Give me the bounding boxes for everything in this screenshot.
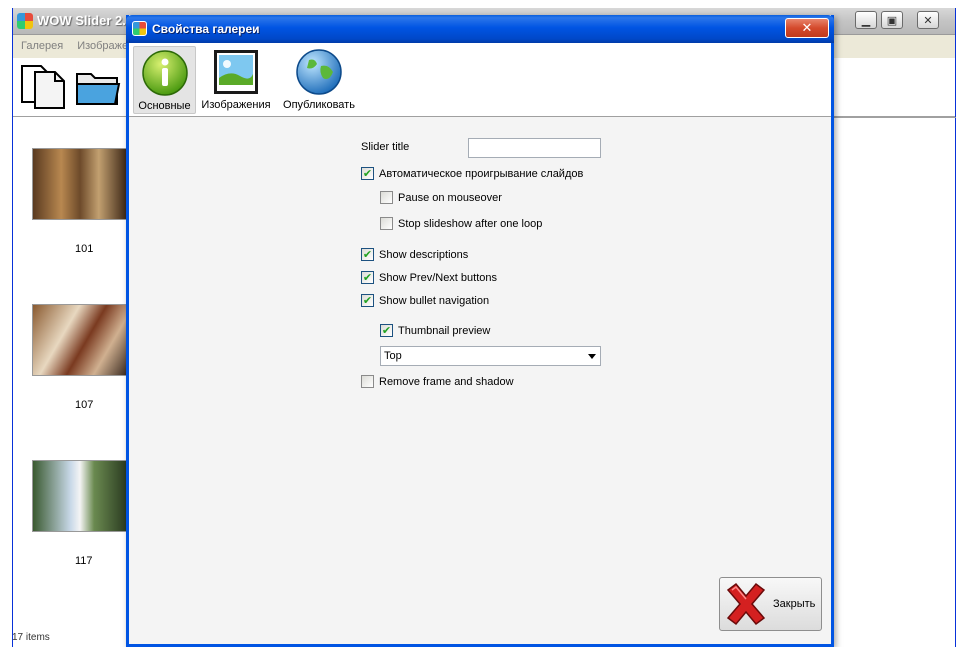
thumbnail-image[interactable]: [32, 460, 128, 532]
thumbnail-label: 117: [75, 555, 93, 567]
dialog-title: Свойства галереи: [152, 22, 260, 36]
slider-title-label: Slider title: [361, 141, 410, 153]
close-dialog-button[interactable]: Закрыть: [719, 577, 822, 631]
remove-frame-row[interactable]: Remove frame and shadow: [361, 375, 514, 388]
image-icon: [214, 50, 258, 94]
prevnext-row[interactable]: ✔ Show Prev/Next buttons: [361, 271, 497, 284]
slider-title-input[interactable]: [468, 138, 601, 158]
pause-checkbox[interactable]: [380, 191, 393, 204]
thumbnail-label: 101: [75, 243, 94, 255]
descriptions-row[interactable]: ✔ Show descriptions: [361, 248, 468, 261]
main-window-title: WOW Slider 2.0: [37, 13, 134, 28]
close-dialog-label: Закрыть: [773, 598, 816, 610]
thumb-preview-label: Thumbnail preview: [398, 324, 491, 337]
descriptions-checkbox[interactable]: ✔: [361, 248, 374, 261]
tab-publish[interactable]: Опубликовать: [279, 46, 359, 114]
dialog-titlebar[interactable]: Свойства галереи ✕: [126, 15, 834, 43]
autoplay-label: Автоматическое проигрывание слайдов: [379, 167, 584, 180]
bullets-row[interactable]: ✔ Show bullet navigation: [361, 294, 489, 307]
info-icon: [141, 50, 188, 96]
slider-title-row: Slider title: [361, 141, 409, 153]
autoplay-checkbox[interactable]: ✔: [361, 167, 374, 180]
thumbnail-image[interactable]: [32, 148, 128, 220]
menu-gallery[interactable]: Галерея: [21, 40, 63, 52]
dropdown-arrow-icon[interactable]: [588, 354, 596, 359]
pause-label: Pause on mouseover: [398, 191, 502, 204]
globe-icon: [296, 49, 342, 95]
divider: [834, 117, 956, 118]
stop-loop-row[interactable]: Stop slideshow after one loop: [380, 217, 542, 230]
red-x-icon: [726, 582, 766, 626]
pause-row[interactable]: Pause on mouseover: [380, 191, 502, 204]
settings-form: Slider title ✔ Автоматическое проигрыван…: [129, 117, 831, 645]
prevnext-checkbox[interactable]: ✔: [361, 271, 374, 284]
app-icon: [132, 21, 147, 36]
prevnext-label: Show Prev/Next buttons: [379, 271, 498, 284]
tab-label: Изображения: [201, 99, 271, 111]
thumbnail-image[interactable]: [32, 304, 128, 376]
menu-images[interactable]: Изображе: [77, 40, 128, 52]
thumbnail-label: 107: [75, 399, 94, 411]
close-main-button[interactable]: ✕: [917, 11, 939, 29]
tab-images[interactable]: Изображения: [201, 46, 271, 114]
stop-loop-label: Stop slideshow after one loop: [398, 217, 543, 230]
descriptions-label: Show descriptions: [379, 248, 469, 261]
remove-frame-checkbox[interactable]: [361, 375, 374, 388]
thumb-preview-checkbox[interactable]: ✔: [380, 324, 393, 337]
open-folder-icon[interactable]: [75, 68, 121, 108]
tab-label: Опубликовать: [283, 99, 355, 111]
maximize-button[interactable]: ▣: [881, 11, 903, 29]
autoplay-row[interactable]: ✔ Автоматическое проигрывание слайдов: [361, 167, 583, 180]
tab-label: Основные: [138, 100, 191, 112]
bullets-checkbox[interactable]: ✔: [361, 294, 374, 307]
tab-general[interactable]: Основные: [133, 46, 196, 114]
status-bar: 17 items: [12, 632, 50, 643]
gallery-properties-dialog: Свойства галереи ✕ Основные Изображения: [126, 15, 834, 647]
dialog-close-button[interactable]: ✕: [785, 18, 829, 38]
remove-frame-label: Remove frame and shadow: [379, 375, 514, 388]
stop-loop-checkbox[interactable]: [380, 217, 393, 230]
minimize-button[interactable]: ▁: [855, 11, 877, 29]
copy-pages-icon[interactable]: [19, 64, 67, 110]
thumbnail-position-select[interactable]: Top: [380, 346, 601, 366]
bullets-label: Show bullet navigation: [379, 294, 490, 307]
dialog-tabs: Основные Изображения Опубликовать: [129, 43, 831, 117]
select-value: Top: [384, 350, 402, 362]
app-icon: [17, 13, 33, 29]
thumb-preview-row[interactable]: ✔ Thumbnail preview: [380, 324, 490, 337]
